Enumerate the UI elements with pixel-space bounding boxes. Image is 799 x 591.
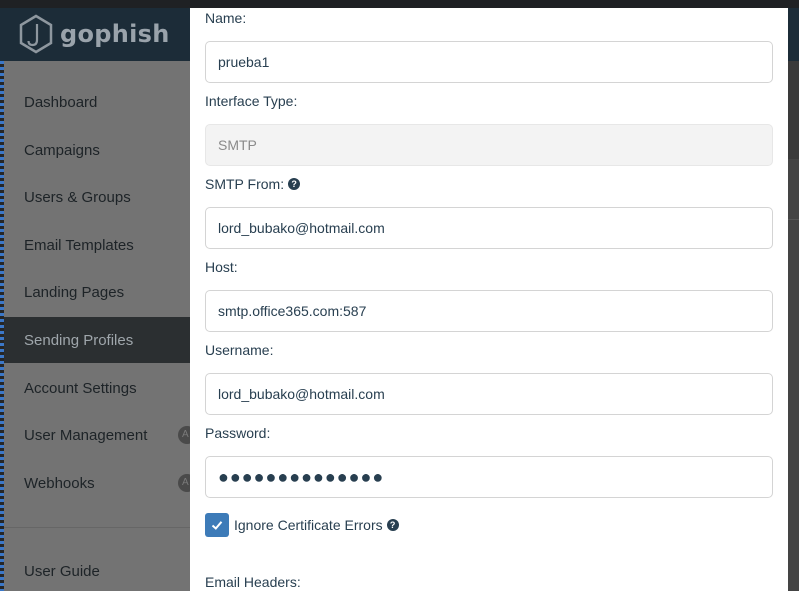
sidebar-item-label: Sending Profiles <box>24 331 134 349</box>
username-label: Username: <box>205 342 274 358</box>
host-label: Host: <box>205 259 238 275</box>
smtp-from-label: SMTP From: ? <box>205 176 301 192</box>
sidebar-item-label: Webhooks <box>24 474 95 492</box>
brand-logo[interactable]: gophish <box>18 13 170 55</box>
sidebar-item-webhooks[interactable]: Webhooks <box>4 460 194 506</box>
sidebar-item-label: User Guide <box>24 562 100 580</box>
sidebar-item-sending-profiles[interactable]: Sending Profiles <box>4 317 194 363</box>
sidebar-item-email-templates[interactable]: Email Templates <box>4 222 194 268</box>
interface-type-label: Interface Type: <box>205 93 298 109</box>
sending-profile-modal: Name: Interface Type: SMTP From: ? Host:… <box>190 8 788 591</box>
name-input[interactable] <box>205 41 773 83</box>
sidebar-item-user-guide[interactable]: User Guide <box>4 548 194 591</box>
sidebar-item-label: Campaigns <box>24 141 100 159</box>
email-headers-label: Email Headers: <box>205 574 301 590</box>
sidebar-item-account-settings[interactable]: Account Settings <box>4 365 194 411</box>
smtp-from-input[interactable] <box>205 207 773 249</box>
gophish-hook-icon <box>19 14 53 54</box>
password-input[interactable] <box>205 456 773 498</box>
sidebar-item-dashboard[interactable]: Dashboard <box>4 79 194 125</box>
sidebar-item-label: Account Settings <box>24 379 137 397</box>
ignore-cert-row: Ignore Certificate Errors ? <box>205 513 399 537</box>
sidebar-item-label: Landing Pages <box>24 283 125 301</box>
interface-type-input <box>205 124 773 166</box>
host-input[interactable] <box>205 290 773 332</box>
sidebar-item-label: Dashboard <box>24 93 98 111</box>
sidebar-item-users-groups[interactable]: Users & Groups <box>4 174 194 220</box>
help-icon[interactable]: ? <box>386 519 399 531</box>
ignore-cert-checkbox[interactable] <box>205 513 229 537</box>
password-label: Password: <box>205 425 271 441</box>
name-label: Name: <box>205 10 247 26</box>
sidebar-item-landing-pages[interactable]: Landing Pages <box>4 269 194 315</box>
brand-name: gophish <box>60 20 170 48</box>
sidebar: Dashboard Campaigns Users & Groups Email… <box>4 61 196 591</box>
help-icon[interactable]: ? <box>288 178 301 190</box>
sidebar-item-label: Users & Groups <box>24 188 131 206</box>
checkmark-icon <box>211 521 223 530</box>
sidebar-item-user-management[interactable]: User Management <box>4 412 194 458</box>
sidebar-divider <box>4 527 194 528</box>
sidebar-item-label: Email Templates <box>24 236 134 254</box>
top-bar <box>0 0 799 8</box>
username-input[interactable] <box>205 373 773 415</box>
sidebar-item-campaigns[interactable]: Campaigns <box>4 127 194 173</box>
ignore-cert-label: Ignore Certificate Errors <box>234 517 383 533</box>
sidebar-item-label: User Management <box>24 426 148 444</box>
